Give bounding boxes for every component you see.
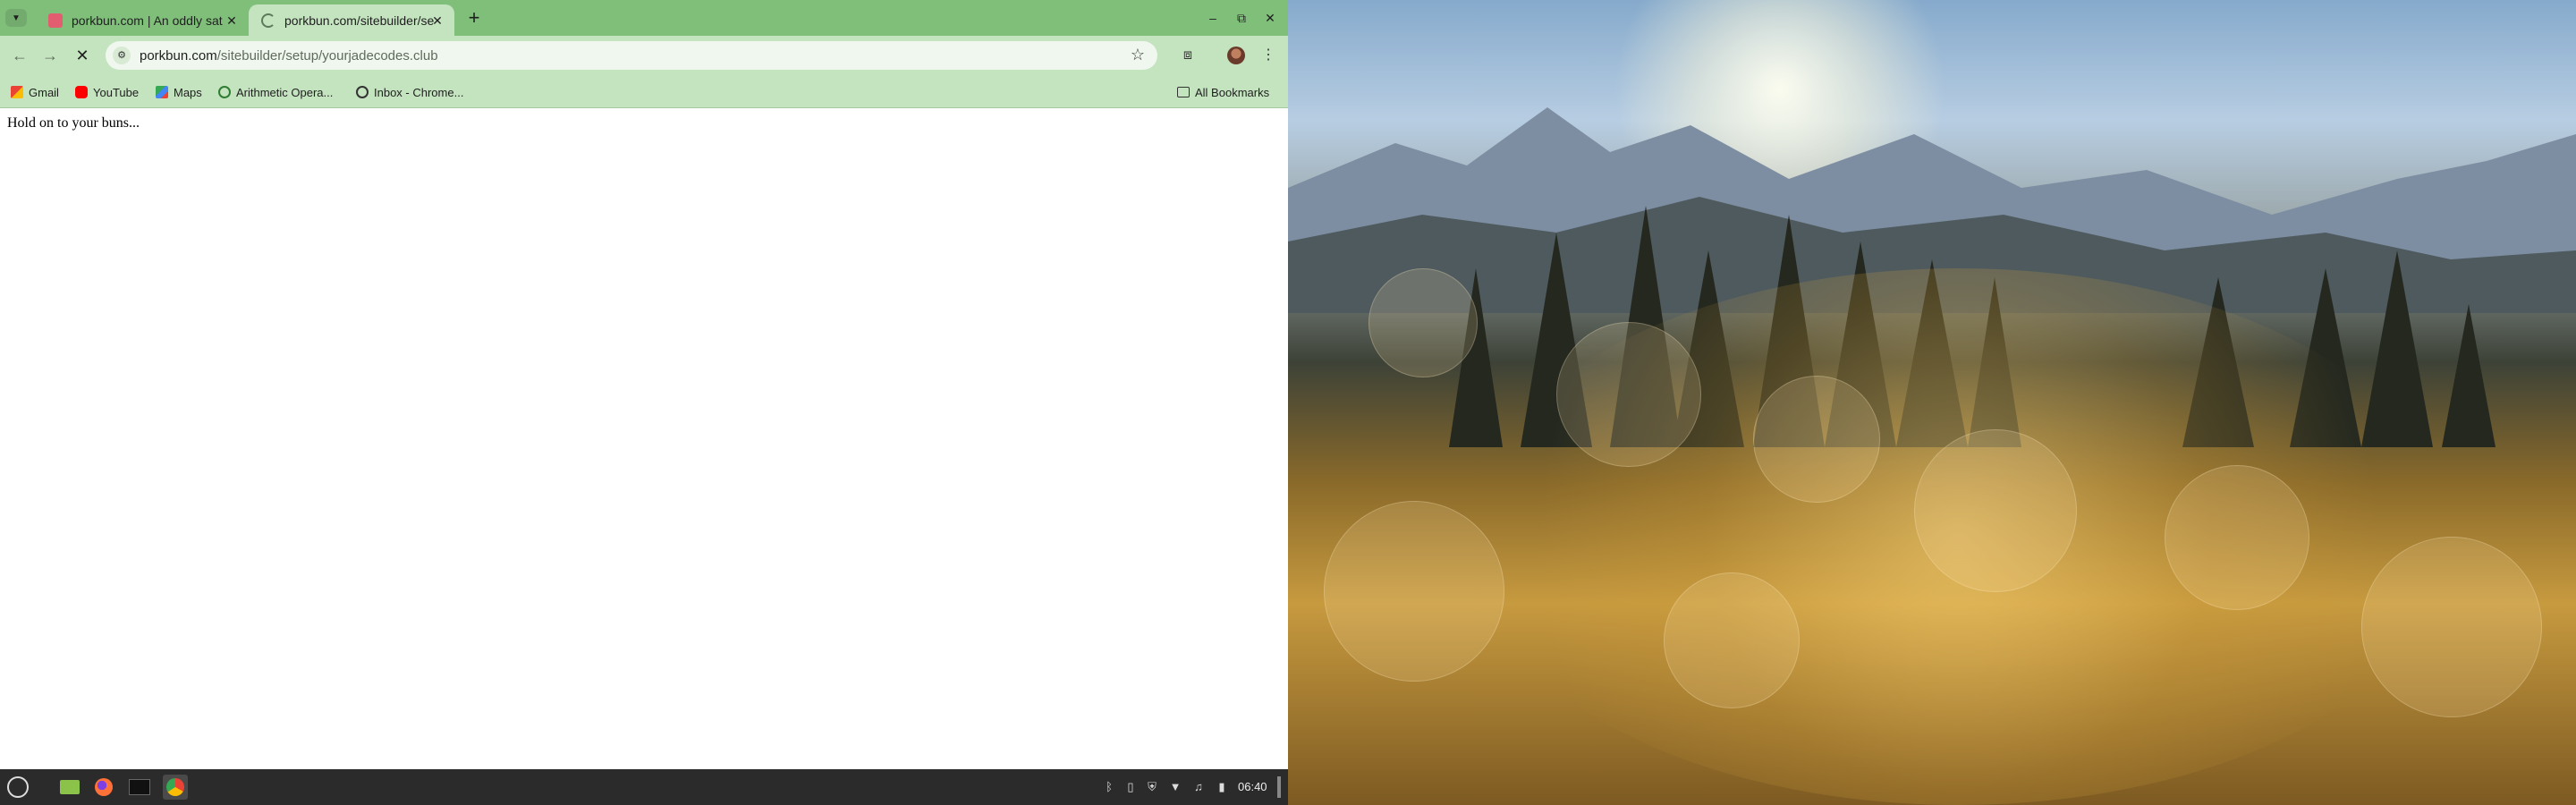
tab-search-button[interactable]: ▼ (5, 9, 27, 27)
battery-icon[interactable]: ▮ (1215, 780, 1229, 794)
profile-avatar[interactable] (1227, 47, 1245, 64)
globe-icon (356, 86, 369, 98)
bookmarks-bar: Gmail YouTube Maps Arithmetic Opera... I… (0, 75, 1288, 108)
bookmark-arithmetic[interactable]: Arithmetic Opera... (218, 83, 333, 101)
url-text[interactable]: porkbun.com/sitebuilder/setup/yourjadeco… (140, 48, 438, 64)
tab-porkbun-home[interactable]: porkbun.com | An oddly sat ✕ (36, 4, 249, 36)
bokeh-circle (1324, 501, 1504, 682)
shield-icon[interactable]: ⛨ (1145, 780, 1159, 794)
restore-icon[interactable]: ⧉ (1231, 7, 1252, 29)
new-tab-button[interactable]: + (463, 8, 485, 30)
browser-window: ▼ porkbun.com | An oddly sat ✕ porkbun.c… (0, 0, 1288, 769)
bokeh-circle (2165, 465, 2309, 610)
extensions-icon[interactable]: ⧈ (1177, 45, 1199, 66)
bokeh-circle (1368, 268, 1478, 377)
desktop-wallpaper (1288, 0, 2576, 805)
youtube-icon (75, 86, 88, 98)
porkbun-favicon-icon (48, 13, 63, 28)
terminal-icon[interactable] (127, 775, 152, 800)
all-bookmarks-label: All Bookmarks (1195, 85, 1270, 99)
chrome-icon[interactable] (163, 775, 188, 800)
gmail-icon (11, 86, 23, 98)
browser-toolbar: ← → ✕ ⚙ porkbun.com/sitebuilder/setup/yo… (0, 36, 1288, 75)
volume-icon[interactable]: ♫ (1191, 780, 1206, 793)
loading-message: Hold on to your buns... (7, 115, 140, 131)
url-path: /sitebuilder/setup/yourjadecodes.club (216, 48, 438, 64)
tab-close-icon[interactable]: ✕ (224, 13, 240, 29)
tab-strip: ▼ porkbun.com | An oddly sat ✕ porkbun.c… (0, 0, 1288, 36)
chevron-down-icon: ▼ (12, 13, 21, 23)
stop-loading-icon[interactable]: ✕ (72, 45, 93, 66)
bokeh-circle (1914, 429, 2077, 592)
bookmark-label: Inbox - Chrome... (374, 85, 464, 99)
url-host: porkbun.com (140, 48, 217, 64)
bookmark-gmail[interactable]: Gmail (11, 83, 59, 101)
bookmark-label: YouTube (93, 85, 140, 99)
tab-close-icon[interactable]: ✕ (429, 13, 445, 29)
keyboard-layout-icon[interactable]: ▯ (1123, 780, 1138, 794)
site-info-icon[interactable]: ⚙ (113, 47, 131, 64)
forward-icon[interactable]: → (39, 45, 61, 66)
bookmark-star-icon[interactable]: ☆ (1131, 46, 1145, 64)
bookmark-label: Maps (174, 85, 202, 99)
all-bookmarks-button[interactable]: All Bookmarks (1177, 83, 1269, 101)
file-manager-icon[interactable] (57, 775, 82, 800)
start-menu-icon[interactable] (5, 775, 30, 800)
firefox-icon[interactable] (91, 775, 116, 800)
bluetooth-icon[interactable]: ᛒ (1102, 780, 1116, 793)
taskbar: ᛒ ▯ ⛨ ▼ ♫ ▮ 06:40 (0, 769, 1288, 805)
bokeh-circle (1753, 376, 1880, 503)
tab-title: porkbun.com | An oddly sat (72, 13, 223, 28)
close-window-icon[interactable]: ✕ (1259, 7, 1281, 29)
folder-icon (1177, 87, 1190, 97)
bookmark-label: Gmail (29, 85, 59, 99)
bookmark-maps[interactable]: Maps (156, 83, 202, 101)
bokeh-circle (1664, 572, 1800, 708)
page-content: Hold on to your buns... (0, 108, 1288, 769)
wifi-icon[interactable]: ▼ (1168, 780, 1182, 793)
tab-title: porkbun.com/sitebuilder/se (284, 13, 435, 28)
minimize-icon[interactable]: – (1202, 7, 1224, 29)
show-desktop-button[interactable] (1277, 776, 1281, 798)
globe-icon (218, 86, 231, 98)
bokeh-circle (1556, 322, 1701, 467)
bookmark-label: Arithmetic Opera... (236, 85, 334, 99)
bokeh-circle (2361, 537, 2542, 717)
clock[interactable]: 06:40 (1238, 780, 1267, 793)
tab-sitebuilder[interactable]: porkbun.com/sitebuilder/se ✕ (249, 4, 454, 36)
bookmark-youtube[interactable]: YouTube (75, 83, 139, 101)
address-bar[interactable]: ⚙ porkbun.com/sitebuilder/setup/yourjade… (106, 41, 1157, 70)
back-icon[interactable]: ← (9, 45, 30, 66)
bookmark-inbox[interactable]: Inbox - Chrome... (356, 83, 463, 101)
maps-icon (156, 86, 168, 98)
loading-spinner-icon (261, 13, 275, 28)
menu-kebab-icon[interactable]: ⋮ (1258, 45, 1279, 66)
